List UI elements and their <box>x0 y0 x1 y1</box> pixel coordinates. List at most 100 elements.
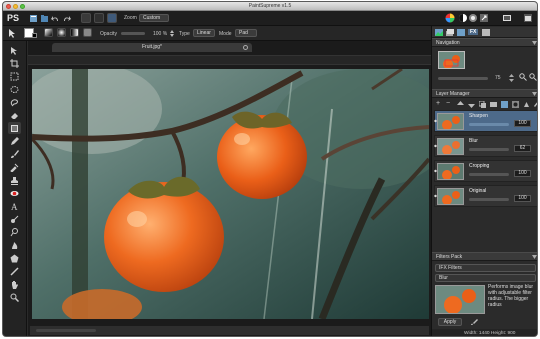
stamp-icon <box>11 176 18 185</box>
color-wheel-icon[interactable] <box>445 13 455 23</box>
navigation-zoom-stepper-icon[interactable] <box>509 74 514 82</box>
red-eye-tool[interactable] <box>8 187 21 199</box>
brightness-icon[interactable] <box>468 13 478 23</box>
layer-mask-icon[interactable] <box>512 101 519 108</box>
layer-brush-icon[interactable] <box>532 101 538 108</box>
window-title: PaintSupreme v1.5 <box>248 3 292 9</box>
layer-opacity-slider[interactable] <box>469 198 509 201</box>
polygon-icon <box>10 254 19 262</box>
export-icon[interactable] <box>479 13 489 23</box>
filters-pack-title: Filters Pack <box>436 254 463 260</box>
layer-opacity-value[interactable]: 62 <box>514 145 531 152</box>
layer-image-icon[interactable] <box>501 101 508 108</box>
zoom-tool[interactable] <box>8 291 21 303</box>
gradient-angle-button[interactable] <box>70 28 79 37</box>
new-file-icon[interactable] <box>29 14 38 23</box>
burn-tool[interactable] <box>8 239 21 251</box>
background-color-swatch[interactable] <box>32 33 37 38</box>
layer-fx-icon[interactable] <box>523 101 530 108</box>
opacity-slider[interactable] <box>121 32 145 35</box>
arrow-tool-icon <box>9 29 15 38</box>
ellipse-select-tool[interactable] <box>8 83 21 95</box>
layer-name: Sharpen <box>469 113 488 119</box>
filter-category-dropdown[interactable]: IFX Filters <box>435 264 536 272</box>
zoom-dropdown[interactable]: Custom <box>139 14 169 22</box>
text-tool[interactable]: A <box>8 200 21 212</box>
layer-opacity-slider[interactable] <box>469 123 509 126</box>
type-dropdown[interactable]: Linear <box>193 29 215 37</box>
duplicate-layer-icon[interactable] <box>479 101 486 108</box>
tab-info-icon[interactable] <box>481 28 491 37</box>
contrast-icon[interactable] <box>458 13 468 23</box>
document-tab[interactable]: Fruit.jpg* <box>52 43 252 52</box>
layer-item[interactable]: Original 100 <box>434 185 537 207</box>
brush-tool[interactable] <box>8 148 21 160</box>
red-eye-icon <box>10 190 19 196</box>
layer-opacity-value[interactable]: 100 <box>514 195 531 202</box>
fill-tool[interactable] <box>8 122 21 134</box>
ellipse-select-icon <box>10 85 19 93</box>
gradient-linear-button[interactable] <box>44 28 53 37</box>
filter-settings-icon[interactable] <box>470 318 478 326</box>
zoom-out-icon[interactable] <box>529 73 537 81</box>
airbrush-tool[interactable] <box>8 161 21 173</box>
gradient-radial-button[interactable] <box>57 28 66 37</box>
zoom-in-icon[interactable] <box>519 73 527 81</box>
layer-opacity-slider[interactable] <box>469 148 509 151</box>
canvas-size-button[interactable] <box>81 13 91 23</box>
navigation-preview[interactable] <box>438 51 465 69</box>
crop-canvas-button[interactable] <box>94 13 104 23</box>
navigation-collapse-icon[interactable] <box>532 41 537 45</box>
layer-item[interactable]: Sharpen 100 <box>434 110 537 132</box>
filter-dropdown[interactable]: Blur <box>435 274 536 282</box>
layer-item[interactable]: Blur 62 <box>434 135 537 157</box>
lasso-tool[interactable] <box>8 96 21 108</box>
layer-manager-collapse-icon[interactable] <box>532 92 537 96</box>
apply-button[interactable]: Apply <box>438 318 462 326</box>
navigation-zoom-slider[interactable] <box>438 77 488 80</box>
brush-icon <box>11 149 19 158</box>
layer-down-icon[interactable] <box>468 101 475 108</box>
fullscreen-icon[interactable] <box>523 13 533 23</box>
crop-tool[interactable] <box>8 57 21 69</box>
open-file-icon[interactable] <box>40 14 49 23</box>
add-layer-button[interactable]: + <box>436 100 440 107</box>
redo-icon[interactable] <box>62 14 71 23</box>
dodge-tool[interactable] <box>8 226 21 238</box>
right-panel: FX Navigation 75 Layer Manager + − Sharp… <box>431 26 538 336</box>
merge-layer-icon[interactable] <box>490 101 497 108</box>
eraser-icon <box>11 112 18 119</box>
move-tool[interactable] <box>8 44 21 56</box>
stamp-tool[interactable] <box>8 174 21 186</box>
pencil-tool[interactable] <box>8 135 21 147</box>
filter-preview <box>435 285 485 314</box>
layer-up-icon[interactable] <box>457 101 464 108</box>
layer-opacity-value[interactable]: 100 <box>514 170 531 177</box>
persimmon-left <box>104 182 224 292</box>
close-tab-icon[interactable] <box>243 45 248 50</box>
mode-dropdown[interactable]: Pad <box>235 29 257 37</box>
undo-icon[interactable] <box>51 14 60 23</box>
rect-select-tool[interactable] <box>8 70 21 82</box>
tab-image-icon[interactable] <box>434 28 444 37</box>
fit-screen-button[interactable] <box>107 13 117 23</box>
smudge-tool[interactable] <box>8 213 21 225</box>
opacity-stepper-icon[interactable] <box>169 29 175 38</box>
hand-tool[interactable] <box>8 278 21 290</box>
gradient-reflected-button[interactable] <box>83 28 92 37</box>
image-canvas[interactable] <box>32 69 429 319</box>
layer-item[interactable]: Cropping 100 <box>434 160 537 182</box>
remove-layer-button[interactable]: − <box>446 100 450 107</box>
tab-history-icon[interactable] <box>456 28 466 37</box>
layer-opacity-value[interactable]: 100 <box>514 120 531 127</box>
tab-fx[interactable]: FX <box>468 29 479 35</box>
filters-collapse-icon[interactable] <box>532 255 537 259</box>
horizontal-scrollbar[interactable] <box>36 329 96 332</box>
eraser-tool[interactable] <box>8 109 21 121</box>
line-tool[interactable] <box>8 265 21 277</box>
shape-tool[interactable] <box>8 252 21 264</box>
lasso-icon <box>10 98 18 106</box>
tab-layers-icon[interactable] <box>445 28 455 37</box>
preview-icon[interactable] <box>502 13 512 23</box>
layer-opacity-slider[interactable] <box>469 173 509 176</box>
